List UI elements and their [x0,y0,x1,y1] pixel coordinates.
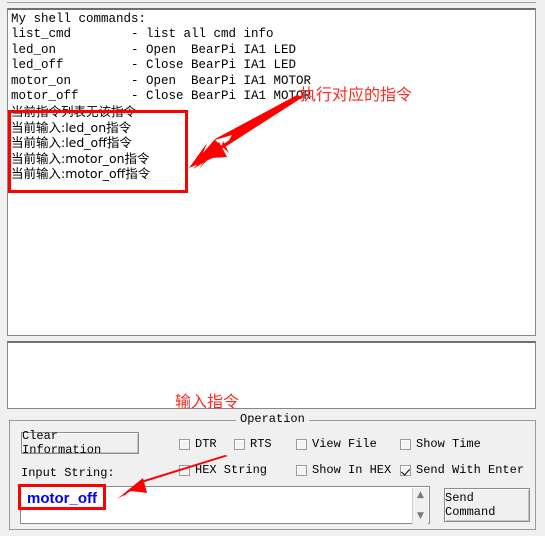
secondary-output-panel[interactable] [7,341,536,409]
command-input-field[interactable]: motor_off ▲ ▼ [20,486,430,524]
terminal-output-panel[interactable]: My shell commands: list_cmd - list all cm… [7,8,536,336]
checkbox-dtr-label: DTR [195,437,217,451]
checkbox-hex-string[interactable]: HEX String [179,463,267,477]
input-string-label: Input String: [21,466,115,480]
checkbox-dtr[interactable]: DTR [179,437,217,451]
clear-information-button[interactable]: Clear Information [21,429,139,457]
checkbox-show-in-hex-box[interactable] [296,464,307,476]
send-command-button[interactable]: Send Command [444,488,530,522]
checkbox-rts[interactable]: RTS [234,437,272,451]
checkbox-show-in-hex[interactable]: Show In HEX [296,463,391,477]
checkbox-rts-label: RTS [250,437,272,451]
checkbox-send-with-enter[interactable]: Send With Enter [400,463,524,477]
checkbox-view-file-box[interactable] [296,438,307,450]
checkbox-show-time-label: Show Time [416,437,481,451]
terminal-line: 当前输入:led_off指令 [11,135,132,151]
terminal-line: list_cmd - list all cmd info [11,27,274,42]
checkbox-hex-string-box[interactable] [179,464,190,476]
checkbox-rts-box[interactable] [234,438,245,450]
terminal-line: led_off - Close BearPi IA1 LED [11,58,297,73]
terminal-line: motor_off - Close BearPi IA1 MOTOR [11,89,312,104]
checkbox-send-with-enter-label: Send With Enter [416,463,525,477]
serial-terminal-window: My shell commands: list_cmd - list all cm… [0,0,545,536]
terminal-line: led_on - Open BearPi IA1 LED [11,42,297,57]
chevron-down-icon[interactable]: ▼ [417,512,424,521]
checkbox-show-in-hex-label: Show In HEX [312,463,392,477]
terminal-line: motor_on - Open BearPi IA1 MOTOR [11,73,312,88]
checkbox-show-time-box[interactable] [400,438,411,450]
checkbox-send-with-enter-box[interactable] [400,464,411,476]
window-top-strip [7,2,536,7]
terminal-line: My shell commands: [11,12,147,26]
terminal-line: 当前输入:led_on指令 [11,119,132,135]
checkbox-show-time[interactable]: Show Time [400,437,481,451]
checkbox-view-file-label: View File [312,437,377,451]
checkbox-hex-string-label: HEX String [195,463,268,477]
terminal-line-list: My shell commands: list_cmd - list all cm… [11,12,311,181]
checkbox-view-file[interactable]: View File [296,437,377,451]
terminal-line: 当前指令列表无该指令 [11,104,137,120]
terminal-line: 当前输入:motor_on指令 [11,150,150,166]
command-input-value: motor_off [27,490,97,507]
terminal-line: 当前输入:motor_off指令 [11,166,151,182]
checkbox-dtr-box[interactable] [179,438,190,450]
chevron-up-icon[interactable]: ▲ [417,491,424,500]
input-scroll-spinner[interactable]: ▲ ▼ [412,488,428,524]
operation-groupbox-legend: Operation [236,413,309,426]
